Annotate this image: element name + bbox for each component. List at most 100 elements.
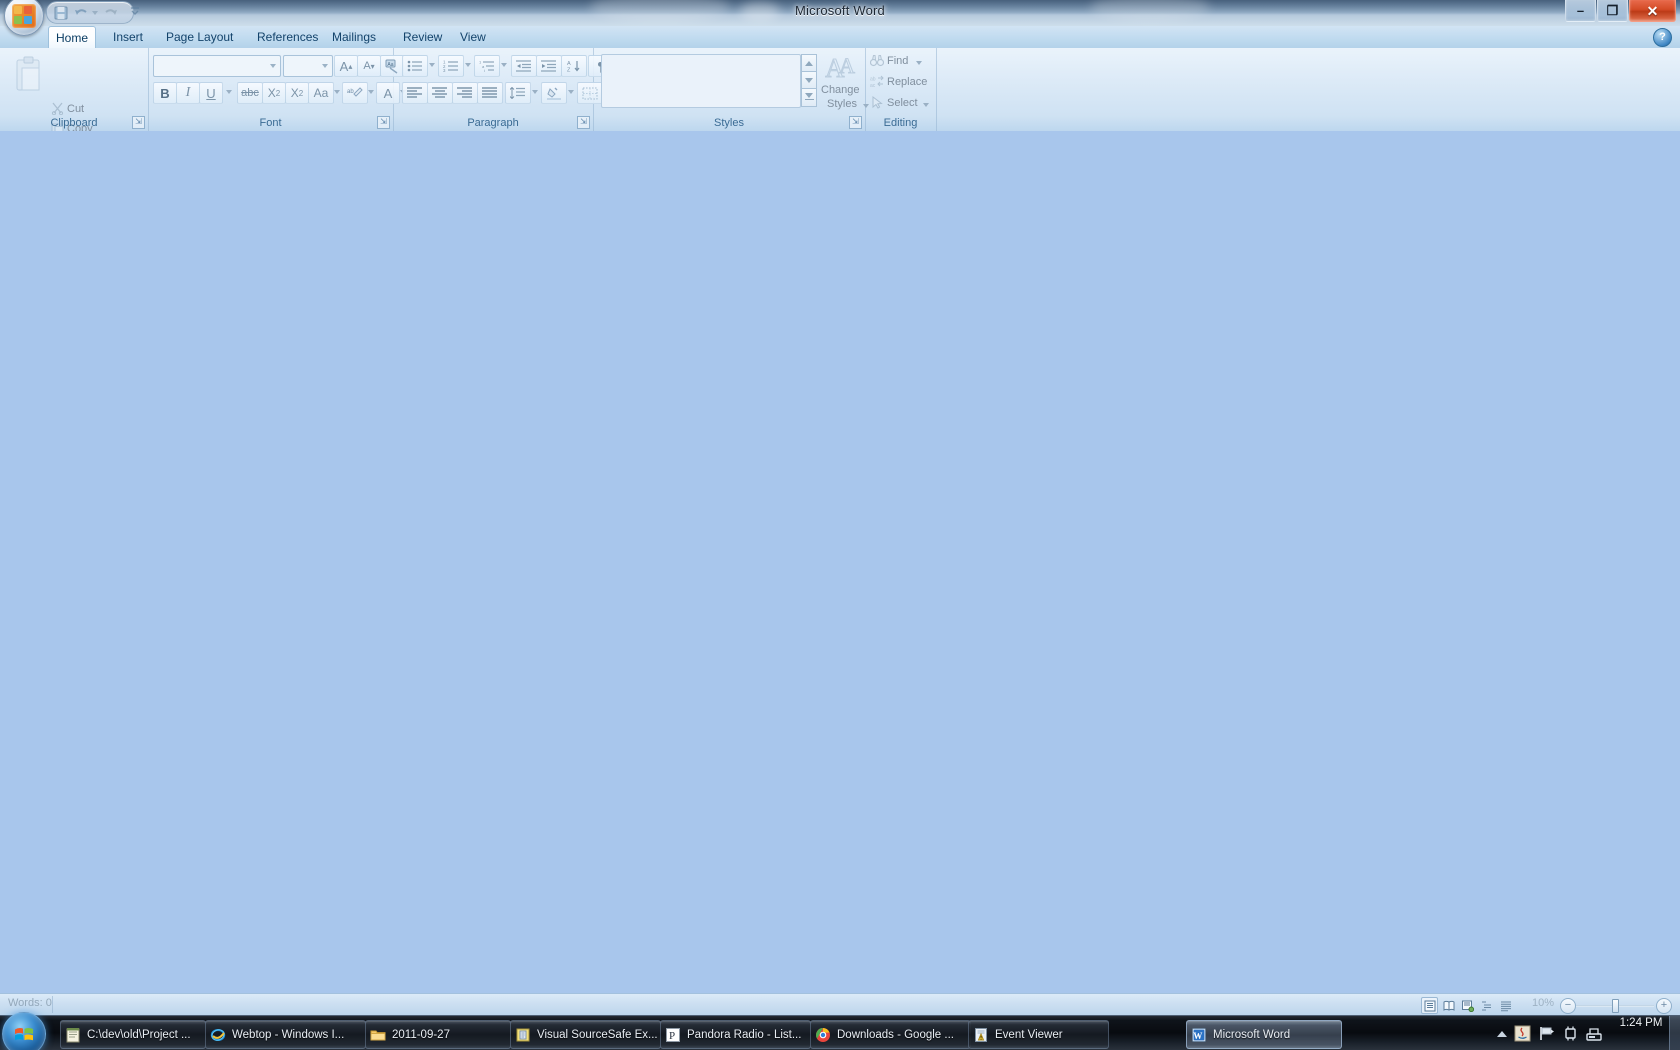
bullets-button[interactable] xyxy=(402,55,428,77)
java-icon[interactable] xyxy=(1514,1025,1531,1042)
tab-home[interactable]: Home xyxy=(48,26,96,50)
paste-clipboard-icon[interactable] xyxy=(14,56,44,94)
strikethrough-button[interactable]: abc xyxy=(237,82,263,104)
increase-indent-button[interactable] xyxy=(536,55,562,77)
taskbar-item-chrome[interactable]: Downloads - Google ... xyxy=(810,1020,971,1049)
align-right-button[interactable] xyxy=(452,82,478,104)
font-name-input[interactable] xyxy=(153,55,281,77)
help-icon[interactable]: ? xyxy=(1653,28,1672,47)
taskbar-item-folder[interactable]: 2011-09-27 xyxy=(365,1020,511,1049)
shading-dropdown-icon[interactable] xyxy=(568,90,574,94)
event-viewer-icon xyxy=(973,1027,989,1043)
multilevel-list-button[interactable]: 1ai xyxy=(474,55,500,77)
styles-dialog-launcher-icon[interactable]: ⇲ xyxy=(849,116,862,129)
customize-qat-icon[interactable] xyxy=(128,4,142,18)
zoom-out-button[interactable]: − xyxy=(1560,998,1576,1014)
save-icon[interactable] xyxy=(53,5,69,21)
styles-more-button[interactable] xyxy=(801,88,817,107)
taskbar-clock[interactable]: 1:24 PM xyxy=(1610,1017,1672,1029)
show-hidden-icons-icon[interactable] xyxy=(1497,1030,1507,1037)
align-left-button[interactable] xyxy=(402,82,428,104)
decrease-indent-button[interactable] xyxy=(511,55,537,77)
change-styles-label-line2[interactable]: Styles xyxy=(827,98,857,110)
restore-button[interactable]: ❐ xyxy=(1597,0,1628,22)
find-button-label[interactable]: Find xyxy=(887,55,908,67)
sort-button[interactable]: AZ xyxy=(561,55,587,77)
cursor-select-icon[interactable] xyxy=(871,95,884,114)
start-button[interactable] xyxy=(2,1012,46,1050)
underline-button[interactable]: U xyxy=(199,82,223,104)
line-spacing-button[interactable] xyxy=(505,82,531,104)
bullets-dropdown-icon[interactable] xyxy=(429,63,435,67)
change-case-button[interactable]: Aa xyxy=(308,82,334,104)
network-icon[interactable] xyxy=(1562,1025,1579,1042)
volume-icon[interactable] xyxy=(1586,1025,1603,1042)
redo-icon[interactable] xyxy=(103,5,119,21)
italic-button[interactable]: I xyxy=(176,82,200,104)
shading-button[interactable] xyxy=(541,82,567,104)
change-styles-icon[interactable]: AA xyxy=(824,52,865,86)
taskbar-item-visual-sourcesafe[interactable]: Visual SourceSafe Ex... xyxy=(510,1020,661,1049)
tab-view[interactable]: View xyxy=(449,26,497,48)
select-button-label[interactable]: Select xyxy=(887,97,918,109)
document-canvas[interactable] xyxy=(0,131,1680,993)
paragraph-dialog-launcher-icon[interactable]: ⇲ xyxy=(577,116,590,129)
underline-dropdown-icon[interactable] xyxy=(226,90,232,94)
line-spacing-dropdown-icon[interactable] xyxy=(532,90,538,94)
binoculars-icon[interactable] xyxy=(869,54,885,72)
show-desktop-button[interactable] xyxy=(1669,1016,1680,1050)
zoom-handle[interactable] xyxy=(1612,999,1619,1013)
window-controls: – ❐ ✕ xyxy=(1565,0,1676,22)
replace-icon[interactable]: ab ac xyxy=(870,75,884,93)
subscript-button[interactable]: X2 xyxy=(262,82,286,104)
zoom-slider[interactable]: − + xyxy=(1560,998,1672,1014)
tab-review[interactable]: Review xyxy=(392,26,453,48)
align-center-button[interactable] xyxy=(427,82,453,104)
tab-insert[interactable]: Insert xyxy=(102,26,154,48)
highlight-dropdown-icon[interactable] xyxy=(368,90,374,94)
tab-page-layout[interactable]: Page Layout xyxy=(155,26,244,48)
tab-references[interactable]: References xyxy=(246,26,329,48)
zoom-in-button[interactable]: + xyxy=(1656,998,1672,1014)
taskbar-item-pandora[interactable]: P Pandora Radio - List... xyxy=(660,1020,811,1049)
styles-gallery[interactable] xyxy=(601,54,801,108)
ribbon: Paste Cut Copy Format Painter Clipboard … xyxy=(0,48,1680,157)
clipboard-dialog-launcher-icon[interactable]: ⇲ xyxy=(132,116,145,129)
numbering-dropdown-icon[interactable] xyxy=(465,63,471,67)
ribbon-group-styles: AA Change Styles Styles ⇲ xyxy=(593,48,869,131)
taskbar-item-webtop[interactable]: Webtop - Windows I... xyxy=(205,1020,366,1049)
select-dropdown-icon[interactable] xyxy=(923,103,929,107)
replace-button-label[interactable]: Replace xyxy=(887,76,927,88)
svg-text:W: W xyxy=(1193,1030,1202,1040)
outline-view-button[interactable] xyxy=(1478,997,1495,1014)
superscript-button[interactable]: X2 xyxy=(285,82,309,104)
draft-view-button[interactable] xyxy=(1497,997,1514,1014)
change-styles-label-line1[interactable]: Change xyxy=(821,84,860,96)
cut-button-label[interactable]: Cut xyxy=(67,103,84,115)
taskbar-item-microsoft-word[interactable]: W Microsoft Word xyxy=(1186,1020,1342,1049)
word-count-status[interactable]: Words: 0 xyxy=(8,997,52,1009)
tab-mailings[interactable]: Mailings xyxy=(321,26,387,48)
bold-button[interactable]: B xyxy=(153,82,177,104)
print-layout-view-button[interactable] xyxy=(1421,997,1438,1014)
close-button[interactable]: ✕ xyxy=(1629,0,1676,22)
shrink-font-button[interactable]: A ▾ xyxy=(357,55,381,77)
zoom-percent-label[interactable]: 10% xyxy=(1532,997,1554,1009)
numbering-button[interactable]: 123 xyxy=(438,55,464,77)
font-dialog-launcher-icon[interactable]: ⇲ xyxy=(377,116,390,129)
undo-dropdown-icon[interactable] xyxy=(92,11,98,15)
undo-icon[interactable] xyxy=(73,5,89,21)
change-case-dropdown-icon[interactable] xyxy=(334,90,340,94)
font-size-input[interactable] xyxy=(283,55,333,77)
text-highlight-color-button[interactable]: ab xyxy=(342,82,368,104)
minimize-button[interactable]: – xyxy=(1565,0,1596,22)
web-layout-view-button[interactable] xyxy=(1459,997,1476,1014)
multilevel-list-dropdown-icon[interactable] xyxy=(501,63,507,67)
justify-button[interactable] xyxy=(477,82,503,104)
flag-action-center-icon[interactable] xyxy=(1538,1025,1555,1042)
find-dropdown-icon[interactable] xyxy=(916,61,922,65)
taskbar-item-notepad[interactable]: C:\dev\old\Project ... xyxy=(60,1020,206,1049)
full-screen-reading-view-button[interactable] xyxy=(1440,997,1457,1014)
grow-font-button[interactable]: A ▴ xyxy=(334,55,358,77)
taskbar-item-event-viewer[interactable]: Event Viewer xyxy=(968,1020,1109,1049)
